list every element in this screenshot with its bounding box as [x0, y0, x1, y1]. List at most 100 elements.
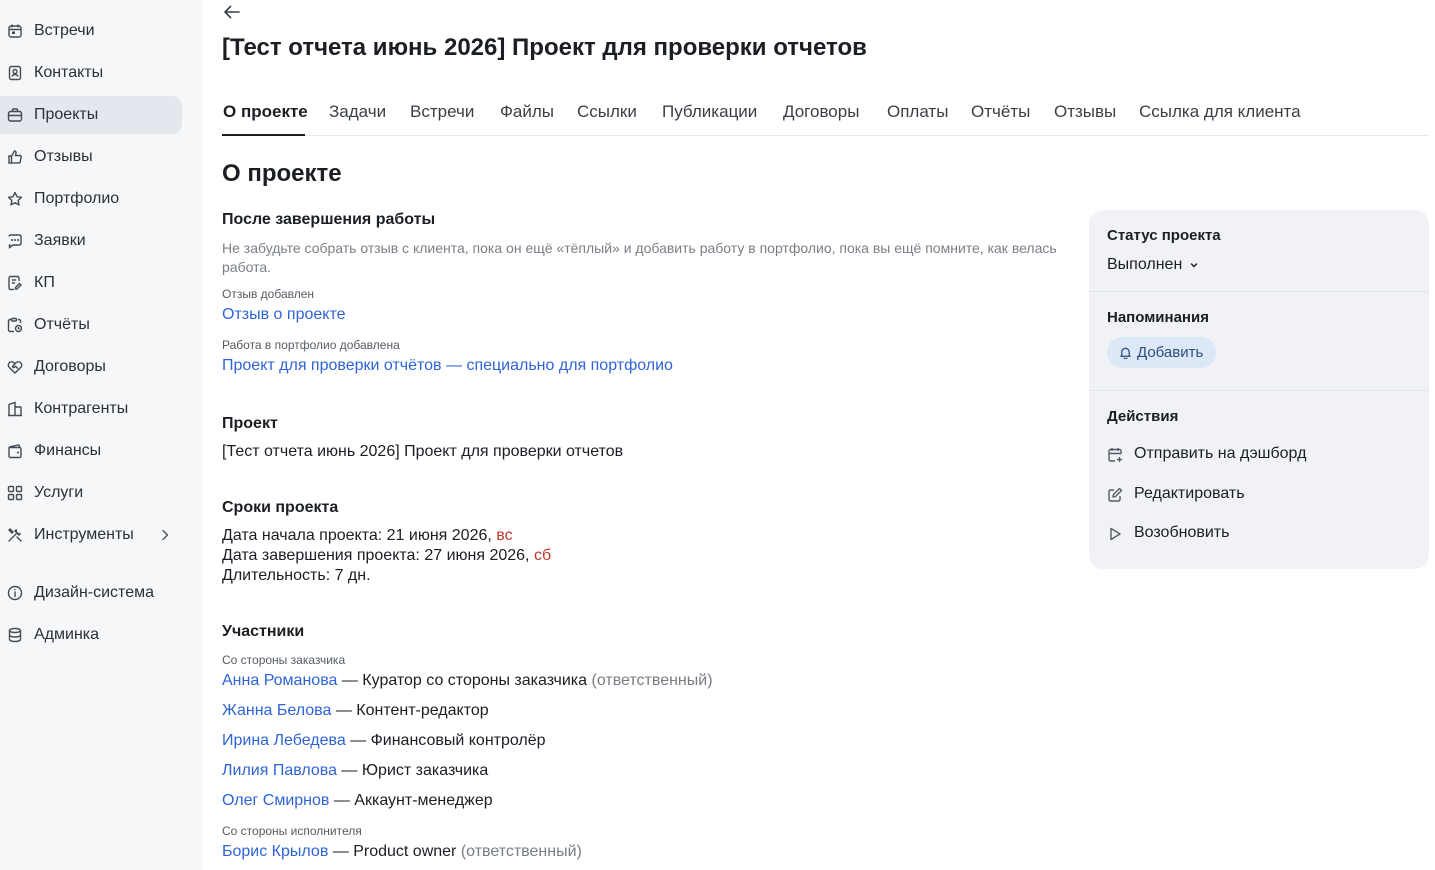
sidebar-item-meetings[interactable]: Встречи	[0, 12, 182, 50]
status-dropdown[interactable]: Выполнен	[1107, 256, 1200, 274]
participants-section-title: Участники	[222, 623, 305, 640]
sidebar-item-reports[interactable]: Отчёты	[0, 306, 182, 344]
action-label: Отправить на дэшборд	[1134, 445, 1307, 462]
back-button[interactable]	[222, 2, 246, 24]
send-to-dashboard-button[interactable]: Отправить на дэшборд	[1107, 444, 1407, 468]
sidebar: Встречи Контакты Проекты Отзывы Портфоли…	[0, 0, 202, 870]
tab-links[interactable]: Ссылки	[577, 102, 637, 122]
participant-name-link[interactable]: Анна Романова	[222, 672, 337, 689]
sidebar-item-label: Отзывы	[34, 148, 93, 165]
project-section-title: Проект	[222, 415, 278, 432]
sidebar-item-label: Услуги	[34, 484, 84, 501]
end-date: Дата завершения проекта: 27 июня 2026, с…	[222, 547, 551, 565]
sidebar-item-counterparties[interactable]: Контрагенты	[0, 390, 182, 428]
participant-name-link[interactable]: Олег Смирнов	[222, 792, 329, 809]
status-title: Статус проекта	[1107, 227, 1221, 244]
wallet-icon	[7, 443, 23, 459]
tab-files[interactable]: Файлы	[500, 102, 554, 122]
start-weekday: вс	[496, 527, 513, 544]
sidebar-item-finance[interactable]: Финансы	[0, 432, 182, 470]
tab-meetings[interactable]: Встречи	[410, 102, 474, 122]
sidebar-item-design-system[interactable]: Дизайн-система	[0, 574, 182, 612]
arrow-left-icon	[224, 5, 240, 19]
sidebar-item-contacts[interactable]: Контакты	[0, 54, 182, 92]
duration: Длительность: 7 дн.	[222, 567, 371, 584]
database-icon	[7, 627, 23, 643]
edit-button[interactable]: Редактировать	[1107, 484, 1407, 508]
tab-tasks[interactable]: Задачи	[329, 102, 386, 122]
sidebar-item-label: Договоры	[34, 358, 106, 375]
sidebar-item-label: КП	[34, 274, 55, 291]
participant-name-link[interactable]: Жанна Белова	[222, 702, 331, 719]
add-reminder-button[interactable]: Добавить	[1107, 337, 1216, 368]
info-icon	[7, 585, 23, 601]
action-label: Редактировать	[1134, 485, 1245, 502]
calendar-icon	[7, 23, 23, 39]
portfolio-added-label: Работа в портфолио добавлена	[222, 338, 400, 352]
sidebar-item-label: Контакты	[34, 64, 104, 81]
report-icon	[7, 317, 23, 333]
document-edit-icon	[7, 275, 23, 291]
dates-section-title: Сроки проекта	[222, 499, 339, 516]
participant-row: Олег Смирнов — Аккаунт-менеджер	[222, 792, 493, 810]
edit-icon	[1107, 487, 1123, 503]
actions-title: Действия	[1107, 408, 1179, 425]
participant-role: — Аккаунт-менеджер	[329, 792, 493, 809]
grid-icon	[7, 485, 23, 501]
sidebar-item-label: Проекты	[34, 106, 99, 123]
start-date-text: Дата начала проекта: 21 июня 2026,	[222, 527, 497, 544]
start-date: Дата начала проекта: 21 июня 2026, вс	[222, 527, 513, 545]
responsible-note: (ответственный)	[591, 672, 713, 689]
project-side-panel: Статус проекта Выполнен Напоминания Доба…	[1089, 210, 1429, 569]
section-heading: О проекте	[222, 160, 342, 187]
sidebar-item-label: Отчёты	[34, 316, 90, 333]
building-icon	[7, 401, 23, 417]
sidebar-item-label: Дизайн-система	[34, 584, 154, 601]
sidebar-item-tools[interactable]: Инструменты	[0, 516, 182, 554]
play-icon	[1107, 526, 1123, 542]
participant-name-link[interactable]: Лилия Павлова	[222, 762, 337, 779]
participant-row: Ирина Лебедева — Финансовый контролёр	[222, 732, 546, 750]
participant-role: — Контент-редактор	[331, 702, 489, 719]
tab-reviews[interactable]: Отзывы	[1054, 102, 1116, 122]
sidebar-item-contracts[interactable]: Договоры	[0, 348, 182, 386]
sidebar-item-projects[interactable]: Проекты	[0, 96, 182, 134]
executor-side-label: Со стороны исполнителя	[222, 824, 362, 838]
tab-publications[interactable]: Публикации	[662, 102, 757, 122]
reminders-title: Напоминания	[1107, 309, 1209, 326]
sidebar-item-label: Инструменты	[34, 526, 134, 543]
sidebar-item-reviews[interactable]: Отзывы	[0, 138, 182, 176]
tab-about[interactable]: О проекте	[223, 102, 308, 122]
sidebar-item-admin[interactable]: Админка	[0, 616, 182, 654]
sidebar-item-label: Заявки	[34, 232, 86, 249]
status-value: Выполнен	[1107, 256, 1183, 273]
tab-payments[interactable]: Оплаты	[887, 102, 948, 122]
tab-reports[interactable]: Отчёты	[971, 102, 1030, 122]
sidebar-item-portfolio[interactable]: Портфолио	[0, 180, 182, 218]
after-completion-title: После завершения работы	[222, 211, 436, 228]
participant-name-link[interactable]: Ирина Лебедева	[222, 732, 346, 749]
tab-contracts[interactable]: Договоры	[783, 102, 859, 122]
review-link[interactable]: Отзыв о проекте	[222, 306, 345, 324]
sidebar-item-kp[interactable]: КП	[0, 264, 182, 302]
contacts-icon	[7, 65, 23, 81]
participant-role: — Юрист заказчика	[336, 762, 489, 779]
sidebar-item-label: Контрагенты	[34, 400, 129, 417]
resume-button[interactable]: Возобновить	[1107, 523, 1407, 547]
add-reminder-label: Добавить	[1137, 344, 1204, 361]
thumbs-up-icon	[7, 149, 23, 165]
active-tab-indicator	[222, 134, 305, 136]
project-name: [Тест отчета июнь 2026] Проект для прове…	[222, 443, 624, 460]
review-added-label: Отзыв добавлен	[222, 287, 315, 301]
participant-name-link[interactable]: Борис Крылов	[222, 843, 328, 860]
tab-client-link[interactable]: Ссылка для клиента	[1139, 102, 1301, 122]
participant-role: — Финансовый контролёр	[345, 732, 546, 749]
participant-row: Лилия Павлова — Юрист заказчика	[222, 762, 488, 780]
sidebar-item-services[interactable]: Услуги	[0, 474, 182, 512]
sidebar-item-label: Встречи	[34, 22, 95, 39]
portfolio-link[interactable]: Проект для проверки отчётов — специально…	[222, 357, 673, 375]
briefcase-icon	[7, 107, 23, 123]
sidebar-item-requests[interactable]: Заявки	[0, 222, 182, 260]
participant-row: Анна Романова — Куратор со стороны заказ…	[222, 672, 713, 690]
tab-bar: О проекте Задачи Встречи Файлы Ссылки Пу…	[222, 92, 1429, 136]
